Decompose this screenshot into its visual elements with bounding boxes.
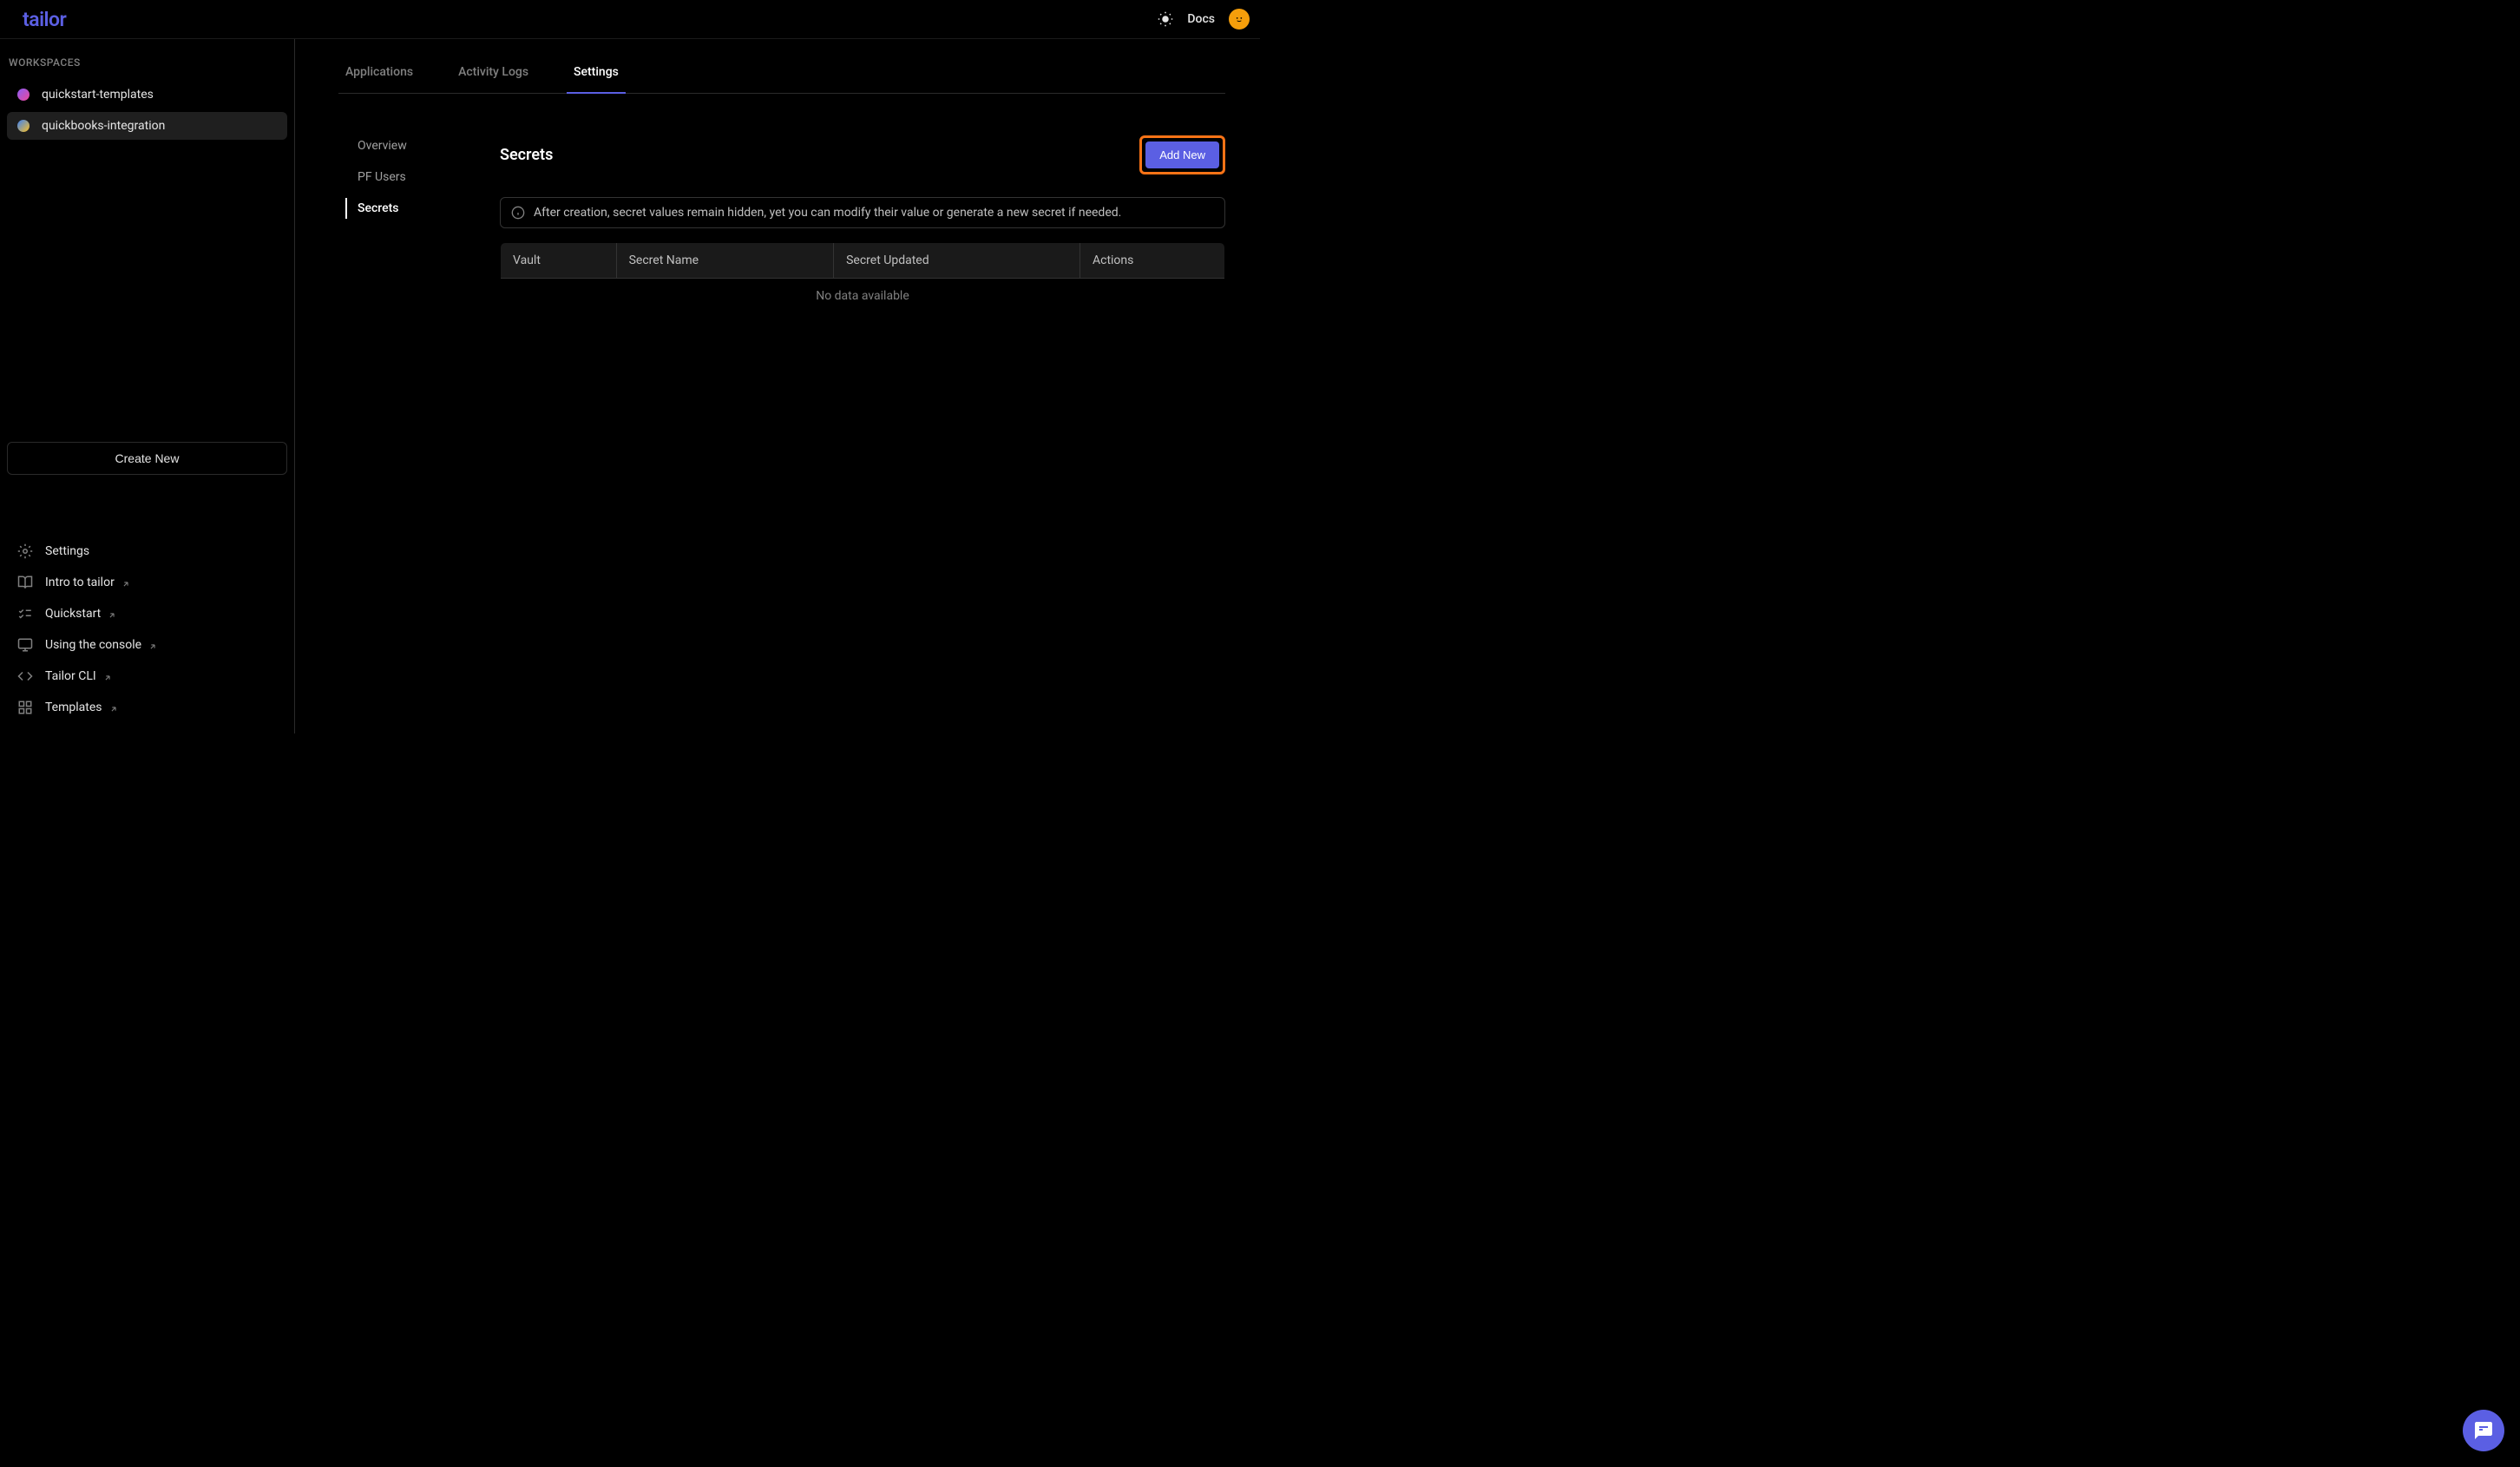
bottom-links: Settings Intro to tailor Quickstart (7, 536, 287, 723)
col-actions: Actions (1080, 243, 1224, 279)
sub-nav-secrets[interactable]: Secrets (345, 198, 450, 219)
tab-settings[interactable]: Settings (567, 56, 626, 93)
external-link-icon (121, 578, 130, 587)
sidebar: WORKSPACES quickstart-templates quickboo… (0, 39, 295, 734)
link-label: Settings (45, 544, 89, 558)
theme-toggle-icon[interactable] (1158, 11, 1173, 27)
content-area: Overview PF Users Secrets Secrets Add Ne… (345, 94, 1225, 314)
tabs: Applications Activity Logs Settings (338, 39, 1225, 94)
main-content: Applications Activity Logs Settings Over… (295, 39, 1260, 734)
workspace-list: quickstart-templates quickbooks-integrat… (7, 81, 287, 140)
sidebar-link-settings[interactable]: Settings (7, 536, 287, 567)
no-data-cell: No data available (501, 279, 1225, 314)
chat-fab[interactable] (2463, 1410, 2504, 1451)
content-main: Secrets Add New After creation, secret v… (500, 135, 1225, 314)
workspace-name: quickbooks-integration (42, 119, 165, 133)
monitor-icon (17, 637, 33, 653)
avatar[interactable] (1229, 9, 1250, 30)
chat-icon (2473, 1420, 2494, 1441)
tab-applications[interactable]: Applications (338, 56, 420, 93)
info-text: After creation, secret values remain hid… (534, 206, 1121, 220)
sub-nav-overview[interactable]: Overview (345, 135, 450, 156)
sidebar-link-templates[interactable]: Templates (7, 692, 287, 723)
workspaces-label: WORKSPACES (7, 56, 287, 69)
code-icon (17, 668, 33, 684)
external-link-icon (103, 672, 112, 681)
col-vault: Vault (501, 243, 617, 279)
create-new-button[interactable]: Create New (7, 442, 287, 475)
sub-nav-pf-users[interactable]: PF Users (345, 167, 450, 187)
layout: WORKSPACES quickstart-templates quickboo… (0, 39, 1260, 734)
workspace-item-quickbooks[interactable]: quickbooks-integration (7, 112, 287, 140)
header-right: Docs (1158, 9, 1250, 30)
add-new-button[interactable]: Add New (1145, 141, 1219, 168)
workspace-item-templates[interactable]: quickstart-templates (7, 81, 287, 109)
info-icon (511, 206, 525, 220)
sidebar-link-cli[interactable]: Tailor CLI (7, 661, 287, 692)
external-link-icon (148, 641, 157, 649)
info-banner: After creation, secret values remain hid… (500, 197, 1225, 228)
grid-icon (17, 700, 33, 715)
docs-link[interactable]: Docs (1187, 12, 1215, 26)
content-header: Secrets Add New (500, 135, 1225, 174)
tab-activity-logs[interactable]: Activity Logs (451, 56, 535, 93)
workspace-icon (17, 89, 30, 101)
workspace-icon (17, 120, 30, 132)
link-label: Intro to tailor (45, 576, 115, 589)
book-icon (17, 575, 33, 590)
secrets-table: Vault Secret Name Secret Updated Actions… (500, 242, 1225, 314)
col-secret-name: Secret Name (616, 243, 834, 279)
external-link-icon (108, 609, 116, 618)
workspace-name: quickstart-templates (42, 88, 154, 102)
sidebar-link-console[interactable]: Using the console (7, 629, 287, 661)
external-link-icon (109, 703, 118, 712)
sidebar-link-intro[interactable]: Intro to tailor (7, 567, 287, 598)
col-secret-updated: Secret Updated (834, 243, 1080, 279)
add-new-highlight: Add New (1139, 135, 1225, 174)
link-label: Quickstart (45, 607, 101, 621)
link-label: Templates (45, 701, 102, 714)
sub-nav: Overview PF Users Secrets (345, 135, 450, 314)
link-label: Tailor CLI (45, 669, 96, 683)
logo[interactable]: tailor (23, 8, 66, 31)
checklist-icon (17, 606, 33, 622)
link-label: Using the console (45, 638, 141, 652)
page-title: Secrets (500, 146, 553, 164)
app-header: tailor Docs (0, 0, 1260, 39)
gear-icon (17, 543, 33, 559)
sidebar-link-quickstart[interactable]: Quickstart (7, 598, 287, 629)
